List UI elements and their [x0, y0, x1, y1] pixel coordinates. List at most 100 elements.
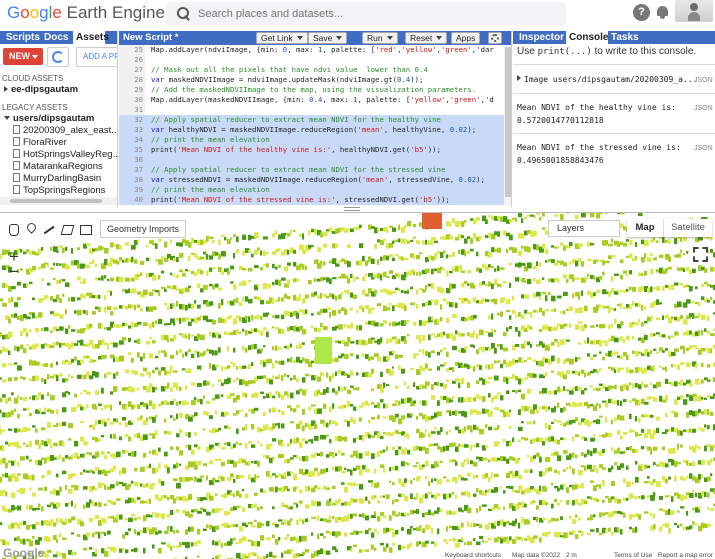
search-input[interactable] [198, 5, 558, 22]
code-line[interactable]: 33 var healthyNDVI = maskedNDVIImage.redu… [119, 125, 504, 135]
new-asset-button[interactable]: NEW [3, 48, 43, 65]
ndvi-pixel [476, 475, 479, 478]
map-type-satellite[interactable]: Satellite [663, 219, 712, 237]
code-line[interactable]: 30 Map.addLayer(maskedNDVIImage, {min: 0.… [119, 95, 504, 105]
code-line[interactable]: 40 print('Mean NDVI of the stressed vine … [119, 195, 504, 205]
healthy-vine-region[interactable] [315, 337, 332, 364]
code-line[interactable]: 34// print the mean elevation [119, 135, 504, 145]
ndvi-pixel [83, 294, 87, 299]
tree-item-cloud-project[interactable]: ee-dipsgautam [4, 84, 78, 95]
map-type-map[interactable]: Map [627, 219, 663, 237]
panel-resize-handle[interactable] [344, 207, 360, 211]
ndvi-pixel [161, 287, 166, 289]
ndvi-pixel [371, 277, 375, 280]
scrollbar-thumb[interactable] [505, 47, 511, 197]
code-line[interactable]: 31 [119, 105, 504, 115]
left-panel: Scripts Docs Assets NEW ADD A PR CLOUD A… [0, 31, 118, 207]
code-line[interactable]: 36 [119, 155, 504, 165]
code-line[interactable]: 25 Map.addLayer(ndviImage, {min: 0, max: … [119, 45, 504, 55]
ndvi-pixel [521, 537, 524, 542]
json-link[interactable]: JSON [694, 105, 713, 112]
asset-item[interactable]: FloraRiver [13, 137, 67, 148]
expand-arrow-icon[interactable] [517, 75, 521, 81]
draw-line-icon[interactable] [42, 222, 56, 236]
asset-item[interactable]: MatarankaRegions [13, 161, 103, 172]
ndvi-pixel [425, 400, 428, 405]
save-button[interactable]: Save [308, 32, 348, 44]
tab-docs[interactable]: Docs [44, 31, 70, 44]
json-link[interactable]: JSON [694, 145, 713, 152]
code-line[interactable]: 29// Add the maskedNDVIImage to the map,… [119, 85, 504, 95]
asset-item[interactable]: 20200309_alex_east... [13, 125, 117, 136]
code-line[interactable]: 27// Mask out all the pixels that have n… [119, 65, 504, 75]
help-icon[interactable]: ? [633, 4, 650, 21]
tab-scripts[interactable]: Scripts [6, 31, 40, 44]
reset-button[interactable]: Reset [405, 32, 448, 44]
run-button[interactable]: Run [362, 32, 398, 44]
report-map-error-link[interactable]: Report a map error [658, 552, 713, 559]
draw-polygon-icon[interactable] [60, 222, 74, 236]
add-project-button[interactable]: ADD A PR [76, 47, 117, 67]
terms-of-use-link[interactable]: Terms of Use [614, 552, 652, 559]
asset-item[interactable]: TopSpringsRegions [13, 185, 105, 196]
tab-console[interactable]: Console [566, 31, 608, 44]
ndvi-pixel [332, 466, 335, 471]
ndvi-pixel [509, 425, 512, 429]
code-line[interactable]: 39// print the mean elevation [119, 185, 504, 195]
google-earth-engine-logo[interactable]: Google Earth Engine [7, 3, 165, 23]
ndvi-pixel [506, 299, 511, 305]
ndvi-pixel [440, 304, 443, 310]
ndvi-pixel [185, 402, 190, 405]
ndvi-pixel [98, 403, 102, 406]
ndvi-pixel [650, 286, 653, 292]
get-link-button[interactable]: Get Link [256, 32, 308, 44]
horizontal-scrollbar[interactable] [0, 197, 117, 205]
code-line[interactable]: 28 var maskedNDVIImage = ndviImage.update… [119, 75, 504, 85]
code-line[interactable]: 38 var stressedNDVI = maskedNDVIImage.red… [119, 175, 504, 185]
script-title[interactable]: New Script * [123, 32, 178, 43]
refresh-button[interactable] [47, 47, 69, 67]
tree-item-legacy-root[interactable]: users/dipsgautam [4, 113, 94, 124]
ndvi-pixel [515, 327, 518, 332]
tab-assets[interactable]: Assets [73, 31, 109, 44]
ndvi-pixel [425, 381, 430, 386]
ndvi-pixel [287, 233, 291, 237]
apps-button[interactable]: Apps [451, 32, 481, 44]
fullscreen-icon[interactable] [691, 245, 708, 262]
code-line[interactable]: 37// Apply spatial reducer to extract me… [119, 165, 504, 175]
ndvi-vineyard-layer[interactable] [0, 213, 715, 559]
notifications-bell-icon[interactable] [656, 5, 669, 19]
tab-inspector[interactable]: Inspector [519, 31, 565, 44]
ndvi-pixel [17, 365, 22, 371]
settings-button[interactable] [488, 32, 502, 44]
vertical-scrollbar[interactable] [504, 45, 511, 205]
ndvi-pixel [107, 306, 112, 310]
marker-pin-icon[interactable] [24, 222, 38, 236]
code-line[interactable]: 35 print('Mean NDVI of the healthy vine i… [119, 145, 504, 155]
ndvi-pixel [350, 273, 353, 278]
json-link[interactable]: JSON [694, 77, 713, 84]
map-view[interactable]: Geometry Imports + − Layers Map Satellit… [0, 212, 715, 559]
ndvi-pixel [275, 327, 279, 330]
draw-rectangle-icon[interactable] [78, 222, 92, 236]
stressed-vine-region[interactable] [422, 213, 442, 229]
search-box[interactable] [166, 2, 566, 25]
code-area[interactable]: 25 Map.addLayer(ndviImage, {min: 0, max: … [119, 45, 511, 205]
zoom-out-button[interactable]: − [7, 263, 21, 280]
asset-item[interactable]: HotSpringsValleyReg... [13, 149, 117, 160]
code-line[interactable]: 32// Apply spatial reducer to extract me… [119, 115, 504, 125]
code-line[interactable]: 26 [119, 55, 504, 65]
scrollbar-thumb[interactable] [10, 199, 102, 203]
ndvi-pixel [413, 400, 416, 404]
ndvi-pixel [689, 493, 694, 498]
pan-hand-icon[interactable] [6, 222, 20, 236]
ndvi-pixel [143, 515, 147, 522]
tab-tasks[interactable]: Tasks [611, 31, 641, 44]
console-entry[interactable]: Image users/dipsgautam/20200309_a... [517, 73, 697, 86]
asset-item[interactable]: MurryDarlingBasin [13, 173, 101, 184]
user-avatar[interactable] [675, 0, 713, 22]
keyboard-shortcuts-link[interactable]: Keyboard shortcuts [445, 552, 501, 559]
geometry-imports-button[interactable]: Geometry Imports [100, 220, 187, 238]
layers-button[interactable]: Layers [548, 220, 620, 237]
ndvi-pixel [77, 329, 80, 334]
